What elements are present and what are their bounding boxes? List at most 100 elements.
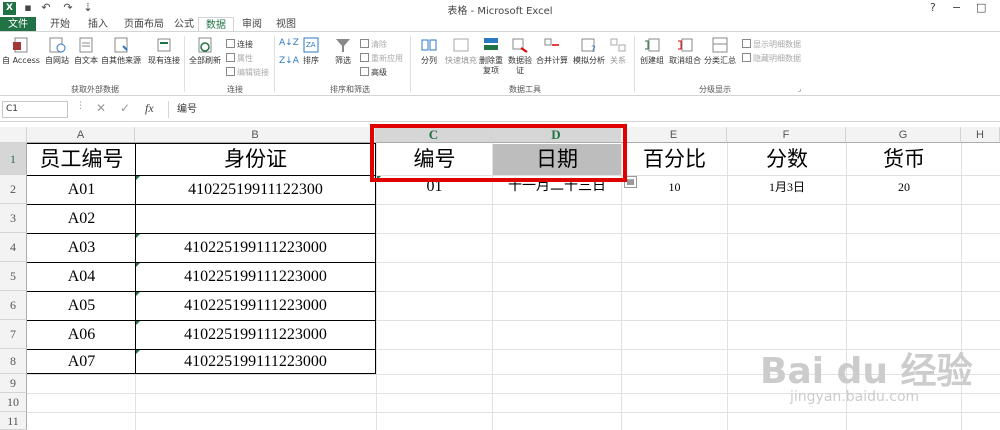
row-header-6[interactable]: 6 bbox=[0, 291, 27, 320]
cell-a8[interactable]: A07 bbox=[28, 350, 135, 373]
sort-desc-icon[interactable]: Z↓A bbox=[279, 56, 299, 66]
minimize-button[interactable]: − bbox=[952, 1, 961, 14]
advanced-button[interactable]: 高级 bbox=[360, 67, 387, 78]
cell-b6[interactable]: 410225199111223000 bbox=[136, 292, 375, 320]
subtotal-button[interactable]: 分类汇总 bbox=[703, 36, 737, 66]
column-header-g[interactable]: G bbox=[846, 127, 961, 143]
row-header-11[interactable]: 11 bbox=[0, 412, 27, 430]
text-file-icon bbox=[77, 36, 95, 54]
cell-a5[interactable]: A04 bbox=[28, 263, 135, 291]
text-to-columns-button[interactable]: 分列 bbox=[416, 36, 442, 66]
row-header-4[interactable]: 4 bbox=[0, 233, 27, 262]
row-header-1[interactable]: 1 bbox=[0, 143, 27, 175]
cell-a3[interactable]: A02 bbox=[28, 205, 135, 233]
select-all-corner[interactable] bbox=[0, 127, 27, 143]
cell-b5[interactable]: 410225199111223000 bbox=[136, 263, 375, 291]
remove-duplicates-button[interactable]: 删除重复项 bbox=[478, 36, 504, 76]
cell-e2[interactable]: 10 bbox=[622, 176, 727, 204]
column-header-h[interactable]: H bbox=[961, 127, 1000, 143]
restore-button[interactable]: □ bbox=[976, 1, 986, 14]
error-indicator-icon[interactable] bbox=[136, 176, 140, 180]
row-header-9[interactable]: 9 bbox=[0, 374, 27, 393]
cell-g2[interactable]: 20 bbox=[847, 176, 961, 204]
formula-input[interactable]: 编号 bbox=[168, 101, 996, 118]
row-header-3[interactable]: 3 bbox=[0, 204, 27, 233]
tab-view[interactable]: 视图 bbox=[270, 17, 302, 32]
column-header-e[interactable]: E bbox=[621, 127, 727, 143]
tab-review[interactable]: 审阅 bbox=[236, 17, 268, 32]
clear-button[interactable]: 清除 bbox=[360, 39, 387, 50]
tab-formulas[interactable]: 公式 bbox=[170, 17, 198, 32]
cell-a7[interactable]: A06 bbox=[28, 321, 135, 349]
connections-button[interactable]: 连接 bbox=[226, 39, 253, 50]
sort-icon: ZA bbox=[302, 36, 320, 54]
error-indicator-icon[interactable] bbox=[136, 321, 140, 325]
connections-label: 连接 bbox=[237, 40, 253, 49]
properties-button[interactable]: 属性 bbox=[226, 53, 253, 64]
from-access-button[interactable]: 自 Access bbox=[2, 36, 40, 66]
reapply-button[interactable]: 重新应用 bbox=[360, 53, 403, 64]
from-text-button[interactable]: 自文本 bbox=[72, 36, 100, 66]
flash-fill-button[interactable]: 快速填充 bbox=[444, 36, 478, 66]
cell-b4[interactable]: 410225199111223000 bbox=[136, 234, 375, 262]
access-icon bbox=[12, 36, 30, 54]
hide-detail-button[interactable]: 隐藏明细数据 bbox=[742, 53, 801, 64]
sort-button[interactable]: ZA 排序 bbox=[298, 36, 324, 66]
dialog-launcher-icon[interactable]: ⌟ bbox=[798, 84, 801, 94]
cell-f2[interactable]: 1月3日 bbox=[728, 176, 846, 204]
from-other-sources-button[interactable]: 自其他来源 bbox=[100, 36, 142, 66]
ribbon-divider bbox=[634, 36, 635, 92]
from-access-label: 自 Access bbox=[2, 56, 40, 65]
cell-b8[interactable]: 410225199111223000 bbox=[136, 350, 375, 373]
edit-links-button[interactable]: 编辑链接 bbox=[226, 67, 269, 78]
cell-g1[interactable]: 货币 bbox=[847, 144, 961, 175]
cell-f1[interactable]: 分数 bbox=[728, 144, 846, 175]
relationships-button[interactable]: 关系 bbox=[606, 36, 630, 66]
cell-e1[interactable]: 百分比 bbox=[622, 144, 727, 175]
row-header-2[interactable]: 2 bbox=[0, 175, 27, 204]
filter-button[interactable]: 筛选 bbox=[330, 36, 356, 66]
refresh-all-button[interactable]: 全部刷新 bbox=[187, 36, 223, 66]
cell-a4[interactable]: A03 bbox=[28, 234, 135, 262]
tab-data[interactable]: 数据 bbox=[198, 17, 234, 32]
ungroup-button[interactable]: 取消组合 bbox=[667, 36, 703, 66]
cell-b1[interactable]: 身份证 bbox=[136, 144, 375, 175]
consolidate-button[interactable]: 合并计算 bbox=[534, 36, 570, 66]
error-indicator-icon[interactable] bbox=[136, 350, 140, 354]
show-detail-button[interactable]: 显示明细数据 bbox=[742, 39, 801, 50]
row-header-7[interactable]: 7 bbox=[0, 320, 27, 349]
tab-page-layout[interactable]: 页面布局 bbox=[117, 17, 171, 32]
from-web-button[interactable]: 自网站 bbox=[42, 36, 72, 66]
formula-bar-drag-handle[interactable]: ⋮ bbox=[76, 101, 85, 111]
cancel-icon[interactable]: ✕ bbox=[96, 101, 106, 115]
existing-connections-button[interactable]: 现有连接 bbox=[146, 36, 182, 66]
row-header-5[interactable]: 5 bbox=[0, 262, 27, 291]
tab-file[interactable]: 文件 bbox=[0, 17, 36, 32]
error-indicator-icon[interactable] bbox=[136, 292, 140, 296]
tab-home[interactable]: 开始 bbox=[42, 17, 78, 32]
error-indicator-icon[interactable] bbox=[136, 234, 140, 238]
web-icon bbox=[48, 36, 66, 54]
insert-function-icon[interactable]: fx bbox=[145, 101, 154, 116]
sort-asc-icon[interactable]: A↓Z bbox=[279, 38, 299, 48]
cell-a1[interactable]: 员工编号 bbox=[28, 144, 135, 175]
row-header-8[interactable]: 8 bbox=[0, 349, 27, 374]
cell-a6[interactable]: A05 bbox=[28, 292, 135, 320]
cell-b2[interactable]: 41022519911122300 bbox=[136, 176, 375, 204]
column-header-b[interactable]: B bbox=[135, 127, 376, 143]
column-header-f[interactable]: F bbox=[727, 127, 846, 143]
row-header-10[interactable]: 10 bbox=[0, 393, 27, 412]
name-box[interactable]: C1 bbox=[2, 101, 68, 118]
title-bar: X ▪ ↶ ↷ ⇣ 表格 - Microsoft Excel ? − □ bbox=[0, 0, 1000, 17]
group-button[interactable]: 创建组 bbox=[638, 36, 666, 66]
cell-a2[interactable]: A01 bbox=[28, 176, 135, 204]
data-validation-button[interactable]: 数据验证 bbox=[506, 36, 534, 76]
formula-bar: C1 ⋮ ✕ ✓ fx 编号 bbox=[0, 98, 1000, 122]
tab-insert[interactable]: 插入 bbox=[80, 17, 116, 32]
column-header-a[interactable]: A bbox=[27, 127, 135, 143]
error-indicator-icon[interactable] bbox=[136, 263, 140, 267]
cell-b7[interactable]: 410225199111223000 bbox=[136, 321, 375, 349]
enter-icon[interactable]: ✓ bbox=[120, 101, 130, 115]
help-button[interactable]: ? bbox=[930, 1, 936, 14]
what-if-analysis-button[interactable]: ? 模拟分析 bbox=[570, 36, 608, 66]
